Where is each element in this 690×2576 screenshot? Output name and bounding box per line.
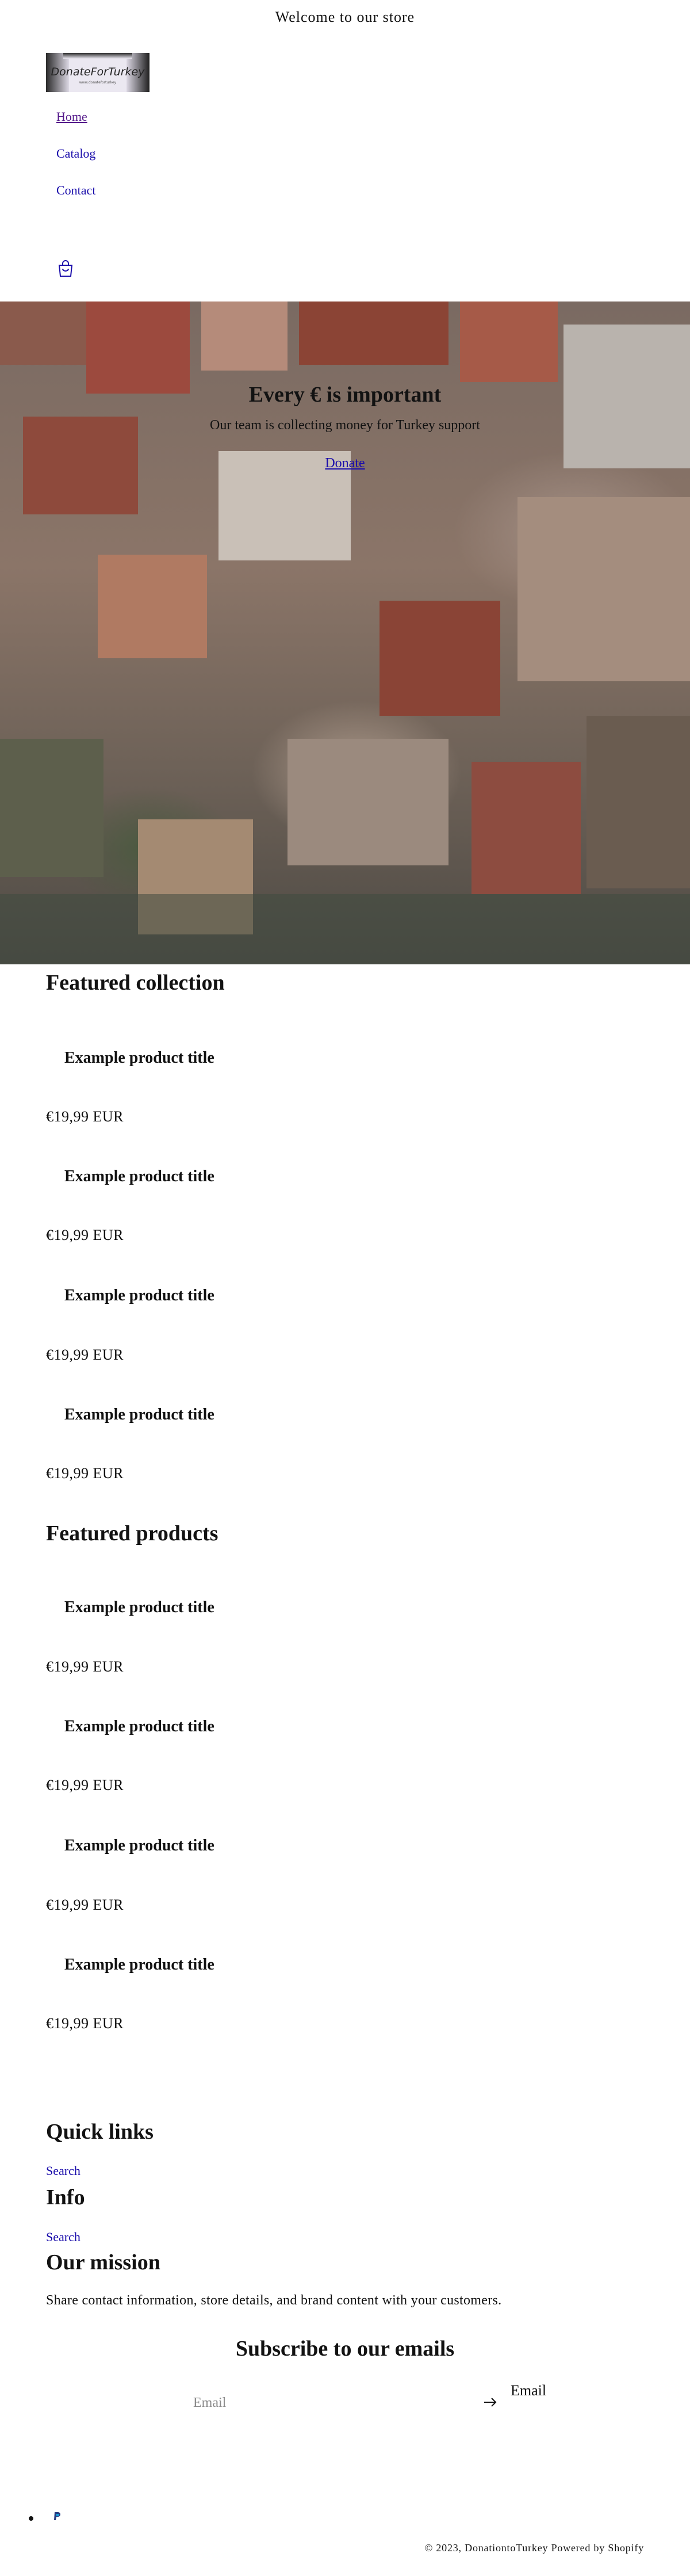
store-logo[interactable]: DonateForTurkey www.donateforturkey <box>46 53 150 92</box>
hero-image-roof <box>471 762 581 894</box>
newsletter-submit-button[interactable] <box>482 2394 499 2411</box>
product-title[interactable]: Example product title <box>64 1718 214 1736</box>
hero-image-building <box>98 555 207 658</box>
newsletter-title: Subscribe to our emails <box>235 2337 455 2361</box>
footer-search-link[interactable]: Search <box>46 2163 80 2178</box>
product-title[interactable]: Example product title <box>64 1598 214 1617</box>
product-price: €19,99 EUR <box>46 1777 124 1793</box>
list-bullet <box>29 2516 33 2521</box>
nav-link-home[interactable]: Home <box>56 108 95 125</box>
newsletter-email-label: Email <box>511 2382 547 2399</box>
arrow-right-icon <box>484 2398 497 2407</box>
featured-products-title: Featured products <box>46 1521 218 1545</box>
featured-collection-title: Featured collection <box>46 971 225 995</box>
product-title[interactable]: Example product title <box>64 1956 214 1974</box>
product-price: €19,99 EUR <box>46 2015 124 2032</box>
hero-image-building <box>201 302 288 371</box>
hero-image-roof <box>299 302 448 365</box>
product-price: €19,99 EUR <box>46 1465 124 1482</box>
quick-links-title: Quick links <box>46 2120 154 2144</box>
hero-heading: Every € is important <box>248 383 442 407</box>
footer-search-link[interactable]: Search <box>46 2230 80 2245</box>
hero-image-building <box>586 716 690 888</box>
nav-link-contact[interactable]: Contact <box>56 182 95 199</box>
product-price: €19,99 EUR <box>46 1346 124 1363</box>
main-nav: Home Catalog Contact <box>56 108 95 219</box>
logo-text: DonateForTurkey <box>51 66 145 78</box>
hero-image-roof <box>460 302 558 382</box>
hero-subheading: Our team is collecting money for Turkey … <box>210 418 480 433</box>
hero-image-building <box>518 497 690 681</box>
hero-image-trees <box>0 739 103 877</box>
copyright: © 2023, DonationtoTurkey Powered by Shop… <box>425 2542 644 2554</box>
product-title[interactable]: Example product title <box>64 1287 214 1305</box>
product-price: €19,99 EUR <box>46 1896 124 1913</box>
announcement-text: Welcome to our store <box>275 9 415 25</box>
donate-link[interactable]: Donate <box>0 456 690 471</box>
logo-shadow-top <box>63 53 132 59</box>
product-title[interactable]: Example product title <box>64 1837 214 1855</box>
product-price: €19,99 EUR <box>46 1658 124 1675</box>
hero-image-roof <box>379 601 500 716</box>
newsletter-email-input[interactable] <box>189 2391 474 2414</box>
hero-image-street <box>0 894 690 964</box>
cart-icon[interactable] <box>56 259 75 278</box>
nav-link-catalog[interactable]: Catalog <box>56 145 95 162</box>
announcement-bar: Welcome to our store <box>0 0 690 35</box>
hero-banner: Every € is important Our team is collect… <box>0 302 690 964</box>
product-title[interactable]: Example product title <box>64 1406 214 1424</box>
hero-image-roof <box>86 302 190 394</box>
logo-subtext: www.donateforturkey <box>79 81 117 85</box>
powered-by-shopify-link[interactable]: Powered by Shopify <box>551 2542 644 2554</box>
hero-image-rubble <box>288 739 448 865</box>
copyright-year: © 2023, <box>424 2542 462 2554</box>
mission-title: Our mission <box>46 2250 160 2274</box>
paypal-icon <box>54 2512 60 2520</box>
cart-icon-svg <box>58 260 73 277</box>
product-price: €19,99 EUR <box>46 1227 124 1243</box>
mission-text: Share contact information, store details… <box>46 2293 502 2308</box>
product-title[interactable]: Example product title <box>64 1049 214 1067</box>
store-name-link[interactable]: DonationtoTurkey <box>465 2542 548 2554</box>
hero-image-building <box>0 302 86 365</box>
product-title[interactable]: Example product title <box>64 1167 214 1186</box>
info-title: Info <box>46 2185 85 2209</box>
product-price: €19,99 EUR <box>46 1108 124 1125</box>
